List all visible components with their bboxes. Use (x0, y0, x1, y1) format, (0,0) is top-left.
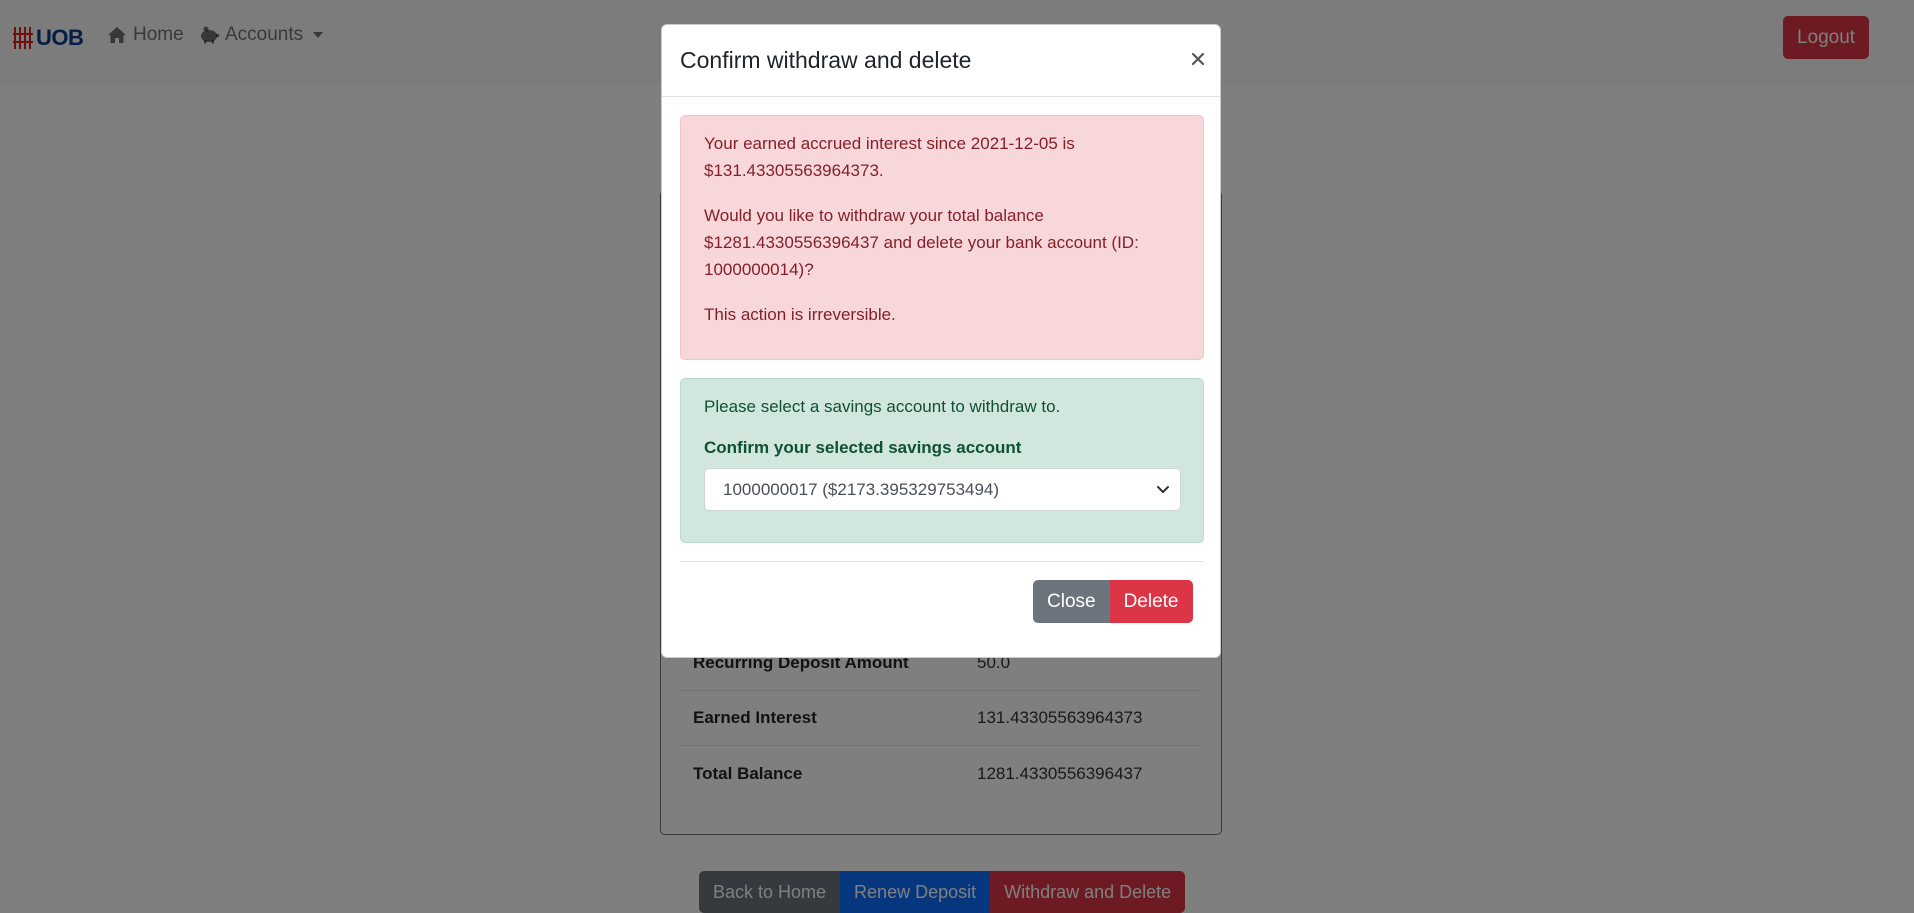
modal-divider (680, 561, 1204, 562)
selected-account-value: 1000000017 ($2173.395329753494) (723, 480, 1000, 499)
savings-account-select[interactable]: 1000000017 ($2173.395329753494) (704, 468, 1181, 511)
delete-button[interactable]: Delete (1109, 580, 1193, 623)
close-icon[interactable] (1186, 47, 1210, 71)
danger-alert: Your earned accrued interest since 2021-… (680, 115, 1204, 360)
modal-title: Confirm withdraw and delete (680, 47, 972, 73)
irreversible-warning: This action is irreversible. (704, 305, 896, 324)
select-instruction: Please select a savings account to withd… (704, 397, 1061, 416)
modal-footer-buttons: Close Delete (1033, 580, 1193, 623)
withdraw-question: Would you like to withdraw your total ba… (704, 206, 1139, 279)
close-button[interactable]: Close (1033, 580, 1110, 623)
interest-message: Your earned accrued interest since 2021-… (704, 134, 1075, 180)
select-account-label: Confirm your selected savings account (704, 438, 1022, 457)
chevron-down-icon (1157, 486, 1169, 493)
success-alert: Please select a savings account to withd… (680, 378, 1204, 543)
confirm-withdraw-modal: Confirm withdraw and delete Your earned … (661, 24, 1221, 658)
modal-header: Confirm withdraw and delete (662, 25, 1220, 97)
